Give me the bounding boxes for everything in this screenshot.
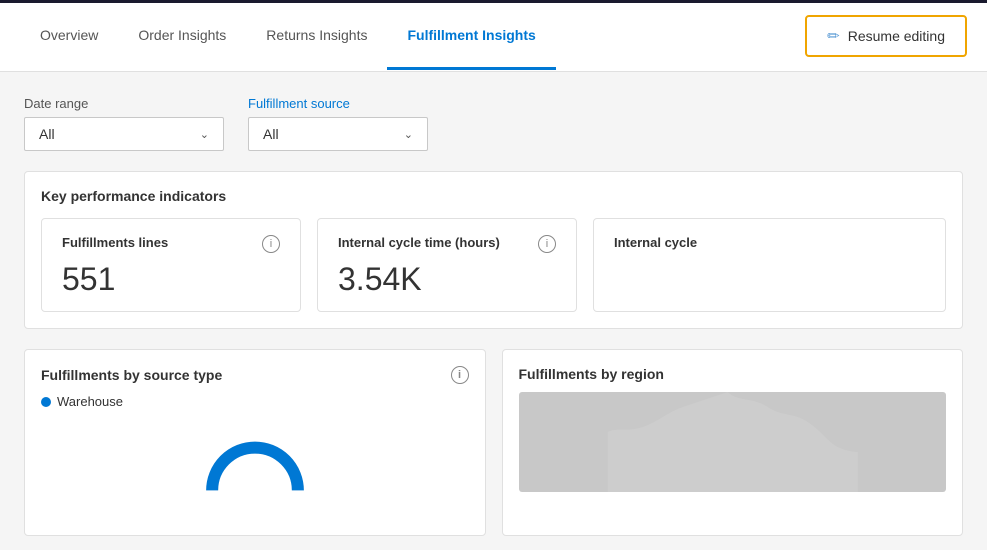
tab-order-insights[interactable]: Order Insights <box>118 3 246 70</box>
kpi-card-internal-cycle-time: Internal cycle time (hours) i 3.54K <box>317 218 577 312</box>
date-range-chevron-icon: ⌄ <box>200 128 209 141</box>
kpi-card-internal-cycle-partial: Internal cycle <box>593 218 946 312</box>
kpi-label-fulfillment-lines: Fulfillments lines <box>62 235 168 250</box>
info-icon-internal-cycle-time[interactable]: i <box>538 235 556 253</box>
charts-row: Fulfillments by source type i Warehouse … <box>24 349 963 536</box>
chart-card-source-type: Fulfillments by source type i Warehouse <box>24 349 486 536</box>
fulfillment-source-select[interactable]: All ⌄ <box>248 117 428 151</box>
tab-returns-insights[interactable]: Returns Insights <box>246 3 387 70</box>
tab-fulfillment-insights[interactable]: Fulfillment Insights <box>387 3 555 70</box>
nav-tabs: Overview Order Insights Returns Insights… <box>20 3 805 69</box>
kpi-value-fulfillment-lines: 551 <box>62 263 280 295</box>
donut-chart-svg <box>200 439 310 499</box>
info-icon-fulfillment-lines[interactable]: i <box>262 235 280 253</box>
info-icon-source-type[interactable]: i <box>451 366 469 384</box>
map-area <box>519 392 947 492</box>
kpi-card-header-2: Internal cycle time (hours) i <box>338 235 556 253</box>
kpi-cards-container: Fulfillments lines i 551 Internal cycle … <box>41 218 946 312</box>
top-nav-bar: Overview Order Insights Returns Insights… <box>0 0 987 72</box>
chart-title-region: Fulfillments by region <box>519 366 947 382</box>
resume-editing-button[interactable]: ✏ Resume editing <box>805 15 967 57</box>
main-content: Date range All ⌄ Fulfillment source All … <box>0 72 987 536</box>
kpi-card-fulfillment-lines: Fulfillments lines i 551 <box>41 218 301 312</box>
chart-title-source-type: Fulfillments by source type i <box>41 366 469 384</box>
fulfillment-source-chevron-icon: ⌄ <box>404 128 413 141</box>
date-range-label: Date range <box>24 96 224 111</box>
donut-chart-area <box>41 419 469 519</box>
pencil-icon: ✏ <box>827 27 840 45</box>
filters-row: Date range All ⌄ Fulfillment source All … <box>24 96 963 151</box>
kpi-section-title: Key performance indicators <box>41 188 946 204</box>
kpi-label-internal-cycle-time: Internal cycle time (hours) <box>338 235 500 250</box>
fulfillment-source-filter-group: Fulfillment source All ⌄ <box>248 96 428 151</box>
fulfillment-source-label: Fulfillment source <box>248 96 428 111</box>
kpi-card-header-3: Internal cycle <box>614 235 925 250</box>
date-range-filter-group: Date range All ⌄ <box>24 96 224 151</box>
legend-dot-warehouse <box>41 397 51 407</box>
date-range-select[interactable]: All ⌄ <box>24 117 224 151</box>
kpi-card-header-1: Fulfillments lines i <box>62 235 280 253</box>
kpi-section: Key performance indicators Fulfillments … <box>24 171 963 329</box>
legend-label-warehouse: Warehouse <box>57 394 123 409</box>
map-svg <box>519 392 947 492</box>
kpi-value-internal-cycle-time: 3.54K <box>338 263 556 295</box>
chart-card-region: Fulfillments by region <box>502 349 964 536</box>
kpi-label-internal-cycle: Internal cycle <box>614 235 697 250</box>
chart-title-region-label: Fulfillments by region <box>519 366 664 382</box>
chart-legend-source-type: Warehouse <box>41 394 469 409</box>
tab-overview[interactable]: Overview <box>20 3 118 70</box>
